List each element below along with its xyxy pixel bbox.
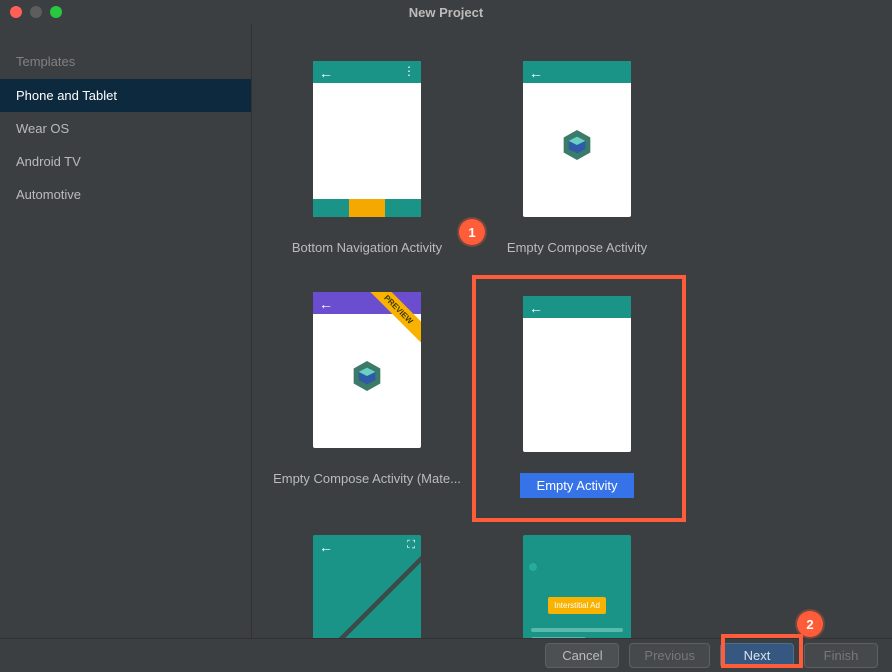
template-fullscreen[interactable]: ← ⛶ ●●● Fullscreen Activity [262, 518, 472, 638]
button-label: Previous [644, 648, 695, 663]
button-label: Next [744, 648, 771, 663]
back-arrow-icon: ← [529, 300, 543, 316]
sidebar-item-wear-os[interactable]: Wear OS [0, 112, 251, 145]
sidebar: Templates Phone and Tablet Wear OS Andro… [0, 24, 252, 638]
template-empty-compose[interactable]: ← Empty Compose Activity [472, 44, 682, 275]
template-thumbnail: ← ⛶ ●●● [313, 535, 421, 638]
template-bottom-nav[interactable]: ←⋮ Bottom Navigation Activity [262, 44, 472, 275]
sidebar-item-label: Wear OS [16, 121, 69, 136]
compose-logo-icon [557, 125, 597, 165]
sidebar-item-label: Android TV [16, 154, 81, 169]
sidebar-item-android-tv[interactable]: Android TV [0, 145, 251, 178]
template-grid-container: ←⋮ Bottom Navigation Activity ← [252, 24, 892, 638]
back-arrow-icon: ← [319, 65, 333, 81]
template-grid: ←⋮ Bottom Navigation Activity ← [262, 44, 882, 638]
footer: Cancel Previous Next Finish [0, 638, 892, 672]
previous-button[interactable]: Previous [629, 643, 710, 668]
more-icon: ⋮ [403, 65, 415, 77]
template-thumbnail: Interstitial Ad [523, 535, 631, 638]
template-admob[interactable]: Interstitial Ad Google AdMob Ads Activit… [472, 518, 682, 638]
template-compose-material[interactable]: ← PREVIEW Empty Compose Activity (Mate..… [262, 275, 472, 518]
back-arrow-icon: ← [319, 296, 333, 312]
annotation-callout-2: 2 [797, 611, 823, 637]
compose-logo-icon [347, 356, 387, 396]
template-label: Empty Activity [520, 473, 634, 498]
template-thumbnail: ← [523, 296, 631, 452]
template-label: Bottom Navigation Activity [262, 240, 472, 255]
sidebar-item-label: Automotive [16, 187, 81, 202]
sidebar-item-automotive[interactable]: Automotive [0, 178, 251, 211]
window-title: New Project [0, 5, 892, 20]
template-label: Empty Compose Activity (Mate... [262, 471, 472, 486]
back-arrow-icon: ← [529, 65, 543, 81]
button-label: Cancel [562, 648, 602, 663]
sidebar-item-phone-tablet[interactable]: Phone and Tablet [0, 79, 251, 112]
fullscreen-icon: ⛶ [407, 539, 415, 552]
template-thumbnail: ← PREVIEW [313, 292, 421, 448]
template-label: Empty Compose Activity [472, 240, 682, 255]
template-thumbnail: ←⋮ [313, 61, 421, 217]
main-content: Templates Phone and Tablet Wear OS Andro… [0, 24, 892, 638]
sidebar-item-label: Phone and Tablet [16, 88, 117, 103]
button-label: Finish [824, 648, 859, 663]
template-empty-activity[interactable]: ← Empty Activity [472, 275, 682, 518]
template-thumbnail: ← [523, 61, 631, 217]
finish-button[interactable]: Finish [804, 643, 878, 668]
ad-button: Interstitial Ad [548, 597, 606, 614]
cancel-button[interactable]: Cancel [545, 643, 619, 668]
annotation-callout-1: 1 [459, 219, 485, 245]
sidebar-heading: Templates [0, 44, 251, 79]
back-arrow-icon: ← [319, 539, 333, 555]
titlebar: New Project [0, 0, 892, 24]
next-button[interactable]: Next [720, 643, 794, 668]
